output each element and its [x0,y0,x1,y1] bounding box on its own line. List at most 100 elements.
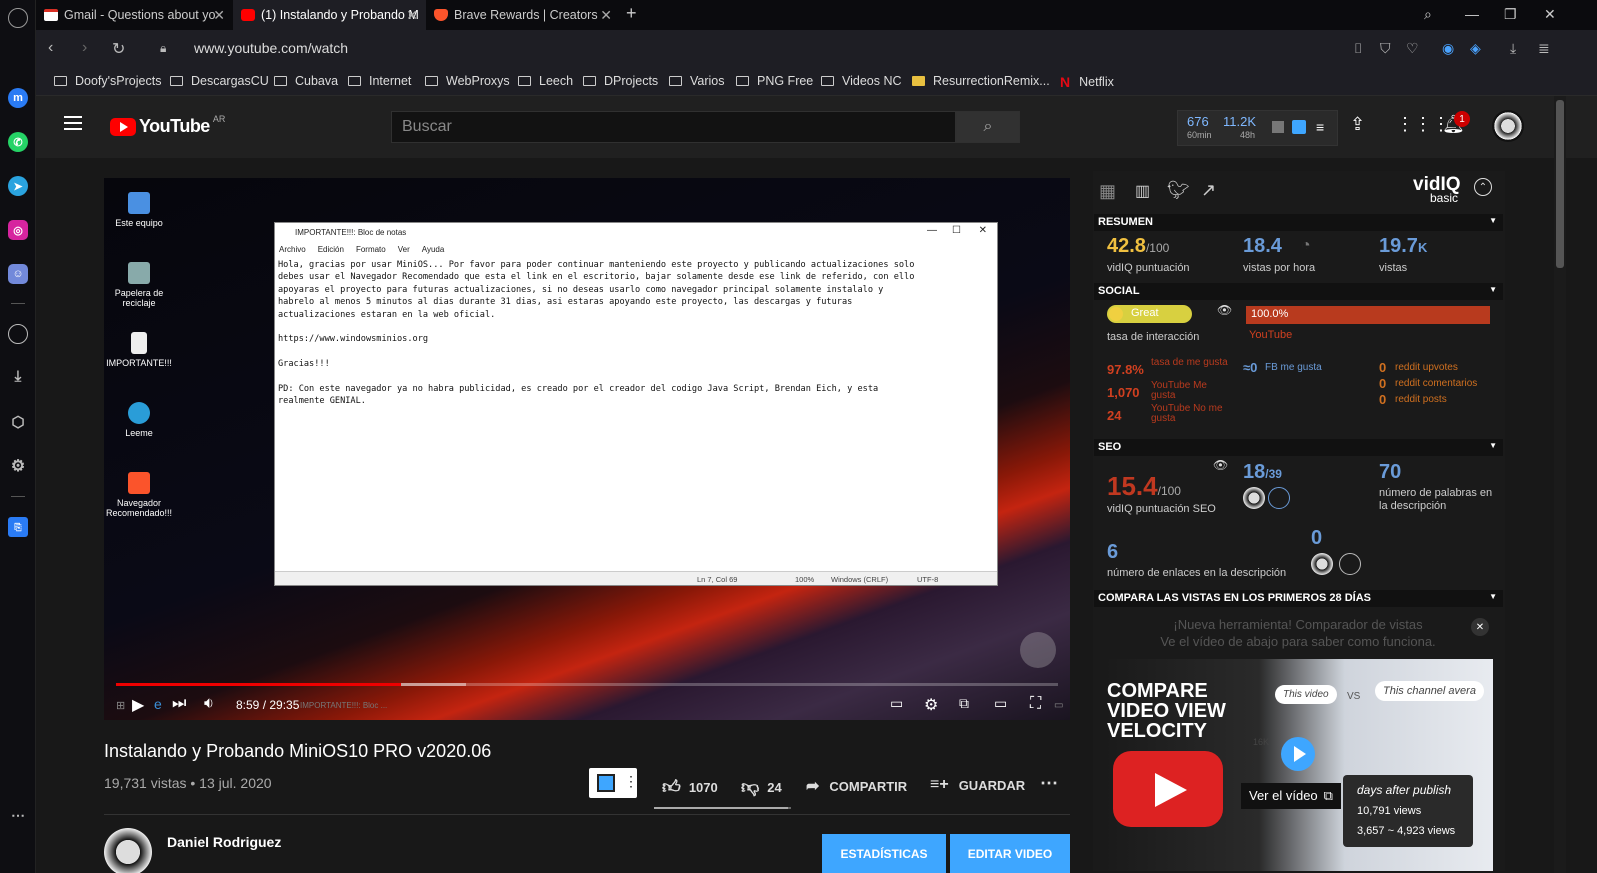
section-header-social[interactable]: SOCIAL ▼ [1094,283,1503,300]
video-meta: 19,731 vistas • 13 jul. 2020 [104,775,272,791]
subtitles-icon[interactable]: ▭ [890,695,903,712]
grid-icon[interactable]: ▦ [1099,181,1116,202]
forward-icon[interactable]: › [82,39,87,57]
yt-likes-label: YouTube Me gusta [1151,380,1207,401]
volume-icon[interactable]: 🔉︎ [204,695,214,713]
bookmark-item[interactable]: Internet [348,74,411,88]
stats-button[interactable]: ESTADÍSTICAS [822,834,946,873]
extension-icon[interactable]: ◈ [1470,40,1481,57]
like-count: 1070 [688,779,718,795]
dislike-button[interactable]: 👎︎ 24 [741,776,782,798]
progress-bar[interactable] [116,683,1058,686]
close-icon[interactable]: ✕ [600,7,612,24]
eye-icon[interactable]: 👁︎ [1213,458,1228,472]
scrollbar-thumb[interactable] [1556,100,1564,268]
section-header-seo[interactable]: SEO ▼ [1094,439,1503,456]
edit-video-button[interactable]: EDITAR VIDEO [950,834,1070,873]
video-player[interactable]: Este equipo Papelera de reciclaje IMPORT… [104,178,1070,720]
avatar[interactable] [1492,110,1524,142]
hamburger-menu-icon[interactable] [64,116,82,130]
settings-gear-icon[interactable]: ⚙ [8,456,28,476]
tab-gmail[interactable]: Gmail - Questions about yo ✕ [36,0,233,30]
close-icon[interactable]: ✕ [406,7,418,24]
section-header-resumen[interactable]: RESUMEN ▼ [1094,214,1503,231]
bookmark-item[interactable]: Videos NC [821,74,902,88]
telegram-icon[interactable]: ➤ [8,176,28,196]
bookmark-item[interactable]: ResurrectionRemix... [912,74,1050,88]
tab-youtube[interactable]: (1) Instalando y Probando M ✕ [233,0,426,30]
play-circle-icon[interactable] [1281,737,1315,771]
extensions-cube-icon[interactable]: ⬡ [8,412,28,432]
heart-icon[interactable]: ♡ [1406,40,1419,57]
lock-icon[interactable]: 🔒︎ [160,41,166,56]
vpn-file-icon[interactable]: ⎘ [8,517,28,537]
compare-tutorial-thumbnail[interactable]: COMPARE VIDEO VIEW VELOCITY This video V… [1103,659,1493,871]
camera-icon[interactable]: ⌷ [1354,40,1362,57]
address-bar: ‹ › ↻ 🔒︎ www.youtube.com/watch ⌷ ⛉ ♡ ◉ ◈… [36,30,1597,68]
miniplayer-icon[interactable]: ⧉ [959,695,969,712]
next-icon[interactable]: ⏭︎ [172,695,186,713]
fullscreen-icon[interactable]: ⛶ [1030,695,1041,713]
shield-icon[interactable]: ⛉ [1380,40,1391,57]
bookmark-item[interactable]: Leech [518,74,573,88]
play-icon[interactable]: ▶ [132,695,144,715]
like-rate-label: tasa de me gusta [1151,357,1228,368]
window-close-icon[interactable]: ✕ [1544,6,1556,23]
bookmark-item[interactable]: N Netflix [1060,74,1114,90]
bookmark-item[interactable]: Cubava [274,74,338,88]
url-field[interactable]: www.youtube.com/watch [194,40,348,56]
more-options-icon[interactable]: ⋯ [1040,773,1058,794]
dismiss-close-icon[interactable]: ✕ [1471,618,1489,636]
download-icon[interactable]: ⤓ [1510,40,1516,57]
trending-icon[interactable]: ↗ [1201,180,1216,201]
vidiq-action-button[interactable]: ⋮ [589,768,638,798]
bookmark-item[interactable]: DProjects [583,74,658,88]
channel-name[interactable]: Daniel Rodriguez [167,834,281,850]
section-header-compare[interactable]: COMPARA LAS VISTAS EN LOS PRIMEROS 28 DÍ… [1094,590,1503,607]
search-button[interactable]: ⌕ [956,111,1020,143]
tab-brave[interactable]: Brave Rewards | Creators ✕ [426,0,620,30]
like-button[interactable]: 👍︎ 1070 [662,776,718,798]
opera-logo-icon[interactable] [8,8,28,28]
vidiq-extension-icon[interactable]: ◉ [1442,40,1454,57]
minimize-icon[interactable]: — [1465,6,1479,22]
discord-icon[interactable]: ☺ [8,264,28,284]
theater-mode-icon[interactable]: ▭ [994,695,1007,712]
watch-video-link[interactable]: Ver el vídeo ⧉ [1241,783,1341,809]
upload-icon[interactable]: ⇪ [1350,114,1365,135]
chart-icon[interactable] [1272,121,1284,133]
bookmark-item[interactable]: WebProxys [425,74,510,88]
youtube-logo[interactable]: YouTube AR [110,114,225,137]
downloads-icon[interactable]: ⤓ [8,366,28,386]
back-icon[interactable]: ‹ [48,39,53,57]
messenger-icon[interactable]: m [8,88,28,108]
bookmark-item[interactable]: Varios [669,74,725,88]
close-icon[interactable]: ✕ [213,7,225,24]
bookmark-item[interactable]: PNG Free [736,74,813,88]
tab-search-icon[interactable]: ⌕ [1424,6,1432,23]
instagram-icon[interactable]: ◎ [8,220,28,240]
twitter-icon[interactable]: 🐦︎ [1167,180,1190,201]
search-input[interactable]: Buscar [391,111,956,143]
eye-icon[interactable]: 👁︎ [1217,303,1232,317]
collapse-chevron-icon[interactable]: ⌃ [1474,178,1492,196]
vidiq-logo-icon[interactable] [1292,120,1306,134]
more-dots-icon[interactable]: ⋯ [8,805,28,825]
channel-watermark[interactable] [1020,632,1056,668]
bar-chart-icon[interactable]: ▥ [1135,181,1150,201]
reload-icon[interactable]: ↻ [112,39,125,59]
channel-avatar[interactable] [104,828,152,873]
share-button[interactable]: ➦ COMPARTIR [806,776,907,796]
restore-icon[interactable]: ❐ [1504,6,1517,23]
history-icon[interactable] [8,324,28,344]
whatsapp-icon[interactable]: ✆ [8,132,28,152]
list-icon[interactable]: ≡ [1316,119,1324,135]
bookmarks-bar: Doofy'sProjects DescargasCU Cubava Inter… [36,68,1597,96]
settings-gear-icon[interactable]: ⚙ [924,695,938,715]
vidiq-realtime-widget[interactable]: 676 60min 11.2K 48h ≡ [1177,110,1338,146]
bookmark-item[interactable]: DescargasCU [170,74,269,88]
new-tab-plus-icon[interactable]: + [626,3,637,24]
bookmark-item[interactable]: Doofy'sProjects [54,74,161,88]
easy-setup-icon[interactable]: ≣ [1538,40,1550,57]
save-button[interactable]: ≡+ GUARDAR [930,776,1025,794]
